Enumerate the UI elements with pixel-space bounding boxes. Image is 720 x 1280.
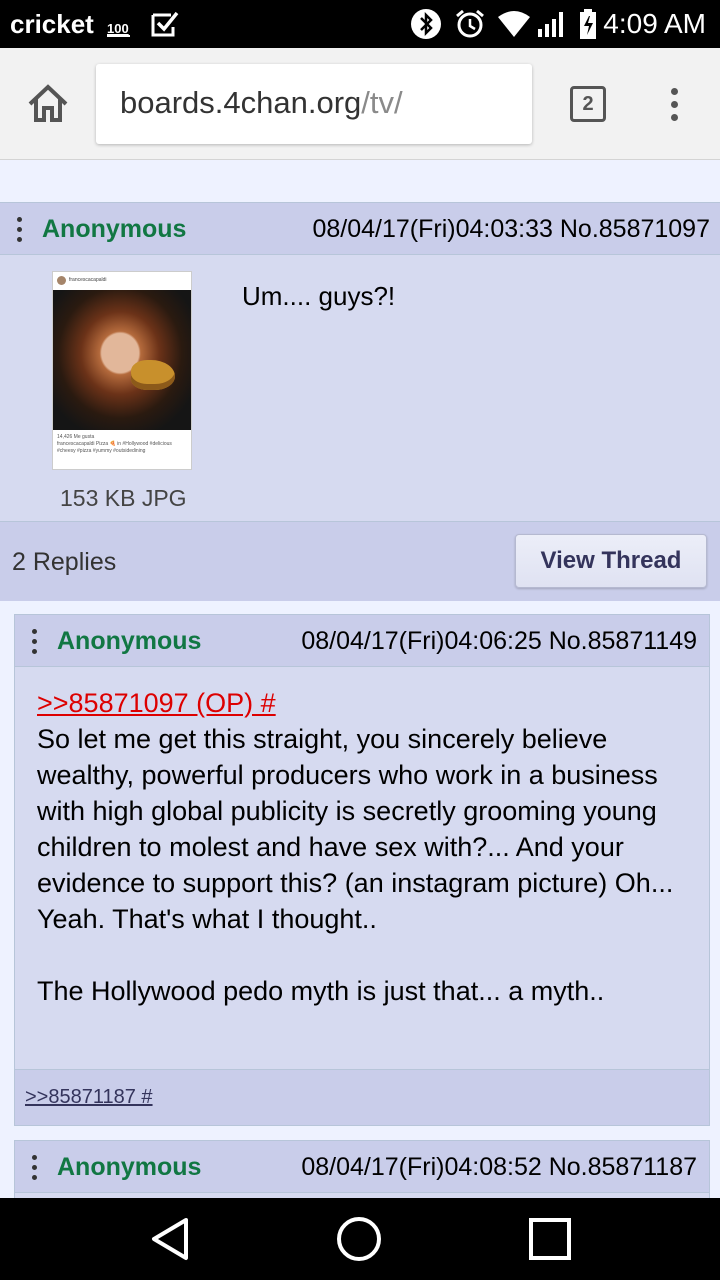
post-menu-icon[interactable] [32, 1155, 38, 1185]
wifi-icon [496, 8, 532, 40]
thumbnail-caption-text: francescacapaldi Pizza 🍕 in #Hollywood #… [57, 441, 172, 454]
post-menu-icon[interactable] [32, 629, 38, 659]
hundred-points-icon: 100 [106, 8, 132, 40]
thumbnail-account: francescacapaldi [69, 277, 107, 283]
post-header: Anonymous 08/04/17(Fri)04:06:25 No.85871… [15, 615, 709, 667]
status-bar: cricket 100 4:09 AM [0, 0, 720, 48]
backlink[interactable]: >>85871187 # [25, 1086, 153, 1109]
post-comment: Um.... guys?! [242, 281, 396, 311]
post-date: 08/04/17(Fri)04:08:52 [301, 1153, 542, 1181]
poster-name: Anonymous [42, 215, 187, 243]
post-date-number: 08/04/17(Fri)04:08:52 No.85871187 [301, 1153, 697, 1182]
carrier-label: cricket [10, 9, 94, 39]
post-date-number: 08/04/17(Fri)04:03:33 No.85871097 [312, 215, 710, 244]
post-footer: 2 Replies View Thread [0, 521, 720, 601]
post-number[interactable]: No.85871149 [549, 627, 697, 655]
bluetooth-icon [410, 8, 442, 40]
post-footer: >>85871187 # [15, 1069, 709, 1125]
replies-count: 2 Replies [12, 548, 117, 576]
tabs-icon[interactable]: 2 [570, 86, 606, 122]
poster-name: Anonymous [57, 627, 202, 655]
post-menu-icon[interactable] [17, 217, 23, 247]
poster-name: Anonymous [57, 1153, 202, 1181]
comment-paragraph: So let me get this straight, you sincere… [37, 724, 674, 934]
svg-text:100: 100 [107, 21, 129, 36]
alarm-icon [454, 8, 486, 40]
address-bar[interactable]: boards.4chan.org/tv/ [96, 64, 532, 144]
home-circle-icon[interactable] [334, 1214, 384, 1264]
home-icon[interactable] [24, 80, 72, 128]
post-comment: >>85871097 (OP) # So let me get this str… [37, 685, 677, 1009]
post-number[interactable]: No.85871187 [549, 1153, 697, 1181]
post-date: 08/04/17(Fri)04:06:25 [301, 627, 542, 655]
thumbnail-caption: 14,426 Me gusta francescacapaldi Pizza 🍕… [57, 434, 189, 455]
view-thread-button[interactable]: View Thread [515, 534, 707, 588]
overflow-menu-icon[interactable] [664, 84, 684, 124]
comment-paragraph: The Hollywood pedo myth is just that... … [37, 976, 605, 1006]
battery-icon [578, 8, 598, 40]
thumbnail-header: francescacapaldi [53, 272, 191, 288]
back-icon[interactable] [146, 1214, 196, 1264]
thumbnail-likes: 14,426 Me gusta [57, 434, 95, 440]
post-number[interactable]: No.85871097 [560, 215, 710, 243]
tab-count: 2 [582, 92, 594, 115]
quote-link[interactable]: >>85871097 (OP) # [37, 688, 276, 718]
url-path: /tv/ [361, 85, 403, 120]
reply-post: Anonymous 08/04/17(Fri)04:06:25 No.85871… [14, 614, 710, 1126]
recents-icon[interactable] [525, 1214, 575, 1264]
post-header: Anonymous 08/04/17(Fri)04:08:52 No.85871… [15, 1141, 709, 1193]
post-thumbnail[interactable]: francescacapaldi 14,426 Me gusta frances… [52, 271, 192, 470]
thumbnail-photo [53, 290, 191, 430]
url-text: boards.4chan.org/tv/ [120, 85, 403, 121]
post-date-number: 08/04/17(Fri)04:06:25 No.85871149 [301, 627, 697, 656]
board-page: Anonymous 08/04/17(Fri)04:03:33 No.85871… [0, 161, 720, 1198]
url-host: boards.4chan.org [120, 85, 362, 120]
clock: 4:09 AM [603, 8, 706, 39]
signal-icon [536, 8, 568, 40]
file-info: 153 KB JPG [60, 485, 187, 511]
avatar [57, 275, 66, 285]
post-date: 08/04/17(Fri)04:03:33 [312, 215, 553, 243]
reply-post: Anonymous 08/04/17(Fri)04:08:52 No.85871… [14, 1140, 710, 1198]
navigation-bar [0, 1198, 720, 1280]
op-post: Anonymous 08/04/17(Fri)04:03:33 No.85871… [0, 202, 720, 601]
browser-toolbar: boards.4chan.org/tv/ 2 [0, 48, 720, 160]
pizza-shape [131, 360, 175, 390]
check-box-icon [150, 8, 180, 40]
post-header: Anonymous 08/04/17(Fri)04:03:33 No.85871… [0, 203, 720, 255]
